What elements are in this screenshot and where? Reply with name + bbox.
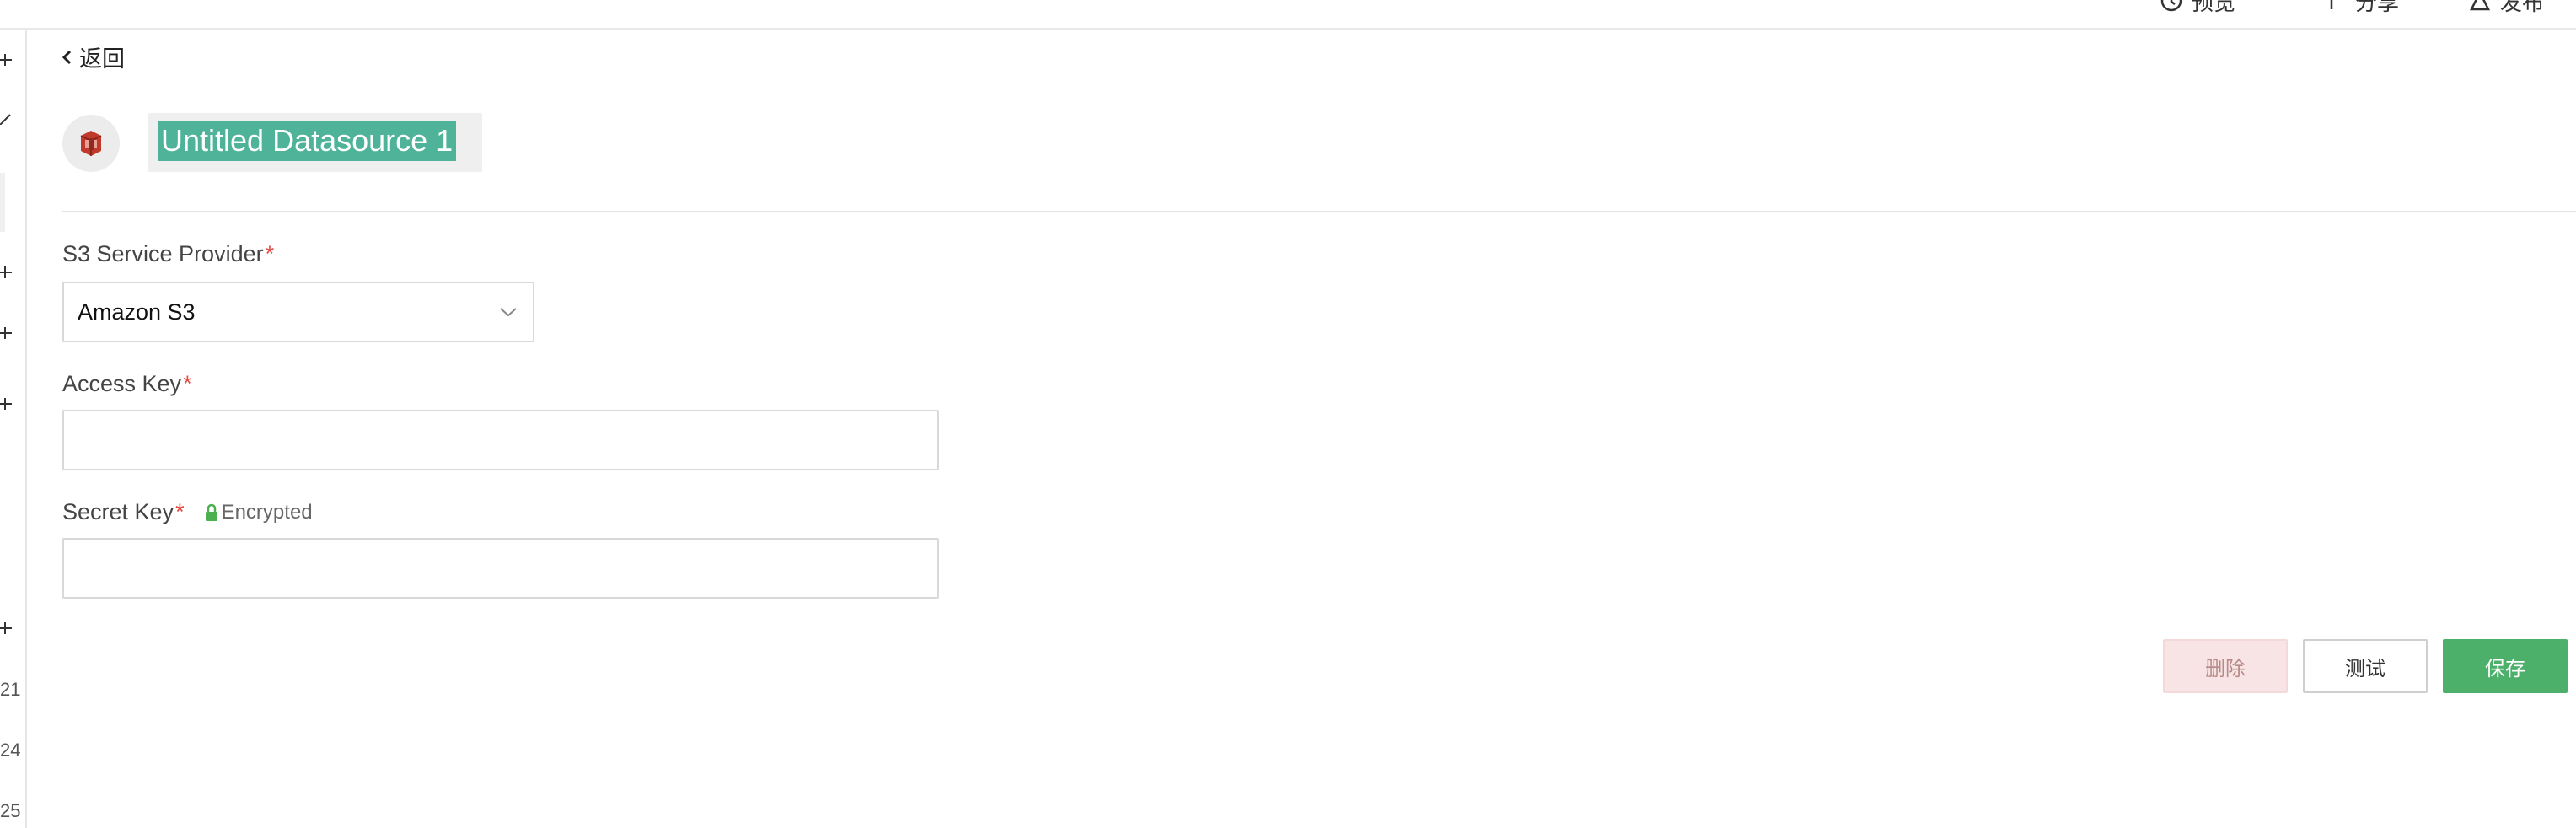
- share-label: 分享: [2355, 0, 2400, 15]
- required-marker: *: [175, 499, 185, 524]
- preview-label: 预览: [2192, 0, 2236, 15]
- chevron-left-icon: [62, 50, 72, 64]
- provider-select[interactable]: Amazon S3: [62, 282, 534, 342]
- provider-label: S3 Service Provider *: [62, 241, 274, 267]
- encrypted-badge: Encrypted: [205, 501, 313, 524]
- back-label: 返回: [79, 46, 125, 72]
- deploy-icon: [2468, 0, 2492, 13]
- chevron-down-icon: [500, 308, 517, 317]
- sidebar: 21 24 25: [0, 30, 27, 828]
- sidebar-plus-icon[interactable]: [0, 50, 12, 70]
- deploy-button[interactable]: 发布: [2468, 0, 2544, 15]
- secret-key-label: Secret Key * Encrypted: [62, 499, 313, 525]
- secret-key-label-text: Secret Key: [62, 499, 174, 524]
- sidebar-active-item[interactable]: [0, 173, 5, 232]
- encrypted-label: Encrypted: [221, 500, 313, 524]
- preview-button[interactable]: 预览: [2160, 0, 2235, 15]
- sidebar-edit-icon[interactable]: [0, 109, 12, 129]
- required-marker: *: [265, 241, 275, 266]
- provider-label-text: S3 Service Provider: [62, 241, 264, 266]
- back-link[interactable]: 返回: [61, 40, 125, 73]
- secret-key-input[interactable]: [62, 538, 939, 599]
- sidebar-number: 24: [0, 739, 21, 761]
- datasource-title-field[interactable]: Untitled Datasource 1: [148, 113, 482, 172]
- access-key-label: Access Key *: [62, 371, 192, 397]
- sidebar-number: 25: [0, 800, 21, 821]
- top-header: 预览 分享 发布: [0, 0, 2576, 30]
- deploy-label: 发布: [2500, 0, 2545, 15]
- divider: [62, 211, 2576, 212]
- sidebar-plus-icon[interactable]: [0, 618, 12, 638]
- datasource-title[interactable]: Untitled Datasource 1: [158, 121, 457, 161]
- test-button[interactable]: 测试: [2303, 639, 2428, 693]
- lock-icon: [205, 503, 217, 521]
- save-button[interactable]: 保存: [2443, 639, 2568, 693]
- required-marker: *: [183, 371, 192, 396]
- sidebar-number: 21: [0, 679, 21, 700]
- amazon-s3-icon: [62, 115, 120, 172]
- share-button[interactable]: 分享: [2323, 0, 2399, 15]
- preview-icon: [2160, 0, 2183, 13]
- delete-button[interactable]: 删除: [2163, 639, 2288, 693]
- sidebar-plus-icon[interactable]: [0, 394, 12, 414]
- access-key-label-text: Access Key: [62, 371, 182, 396]
- access-key-input[interactable]: [62, 410, 939, 470]
- share-icon: [2323, 0, 2347, 13]
- sidebar-plus-icon[interactable]: [0, 323, 12, 343]
- sidebar-plus-icon[interactable]: [0, 262, 12, 282]
- provider-select-value: Amazon S3: [78, 298, 196, 325]
